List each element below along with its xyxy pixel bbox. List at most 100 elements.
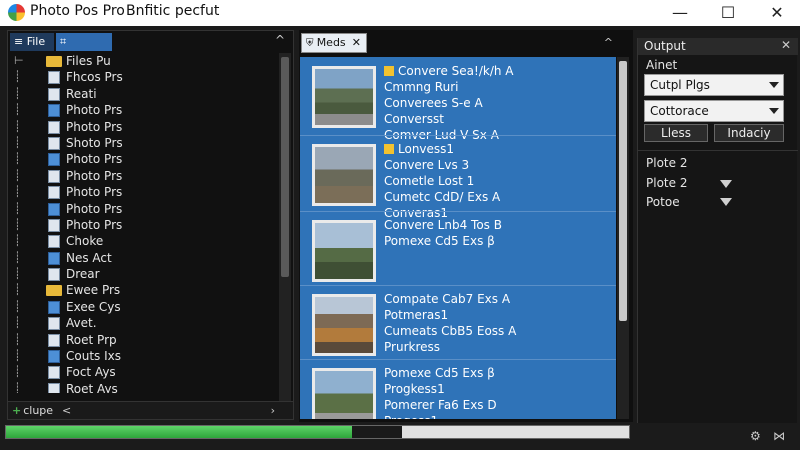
settings-icon[interactable]: ⚙ (750, 429, 761, 443)
collapse-panel-button[interactable]: ^ (604, 36, 613, 49)
expand-arrow-icon[interactable]: ⊢ (14, 53, 24, 69)
media-thumbnail[interactable] (312, 220, 376, 282)
media-thumbnail[interactable] (312, 144, 376, 206)
tree-item[interactable]: ┊ Shoto Prs (10, 135, 280, 151)
media-thumbnail[interactable] (312, 294, 376, 356)
tree-item[interactable]: ┊ Foct Ays (10, 364, 280, 380)
tab-meds[interactable]: ⛨ Meds ✕ (301, 33, 367, 53)
tree-item[interactable]: ┊ Photo Prs (10, 168, 280, 184)
expand-triangle-icon[interactable] (720, 198, 732, 206)
doc-icon (48, 169, 60, 183)
expand-triangle-icon[interactable] (720, 180, 732, 188)
tree-item[interactable]: ┊ Photo Prs (10, 184, 280, 200)
tree-item[interactable]: ┊ Nes Act (10, 250, 280, 266)
tree-item[interactable]: ┊ Photo Prs (10, 217, 280, 233)
tree-line: ┊ (14, 201, 21, 215)
tree-item[interactable]: ┊ Photo Prs (10, 151, 280, 167)
tree-item[interactable]: ┊ Photo Prs (10, 102, 280, 118)
tree-item[interactable]: ┊ Avet. (10, 315, 280, 331)
tree-item[interactable]: ⊢ Files Pu (10, 53, 280, 69)
output-plugin-select[interactable]: Cutpl Plgs (644, 74, 784, 96)
row-separator (300, 211, 616, 212)
media-list-scrollbar[interactable] (617, 57, 629, 419)
tree-item[interactable]: ┊ Exee Cys (10, 299, 280, 315)
tree-item[interactable]: ┊ Roet Ays (10, 381, 280, 393)
media-info: Compate Cab7 Exs A Potmeras1 Cumeats CbB5 … (384, 291, 612, 355)
tree-line: ┊ (14, 135, 21, 149)
media-line-text: Convere Lvs 3 (384, 158, 470, 172)
tab-grid[interactable]: ⌗ (56, 33, 112, 51)
tree-item[interactable]: ┊ Roet Prp (10, 332, 280, 348)
tree-item-label: Reati (66, 86, 97, 101)
doc-icon (48, 350, 60, 364)
tree-line: ┊ (14, 185, 21, 199)
scrollbar-thumb[interactable] (281, 57, 289, 277)
tree-item[interactable]: ┊ Couts Ixs (10, 348, 280, 364)
media-row[interactable]: Convere Lnb4 Tos B Pomexe Cd5 Exs β (300, 213, 616, 287)
media-info: Pomexe Cd5 Exs β Progkess1 Pomerer Fa6 Exs… (384, 365, 612, 419)
tree-line: ┊ (14, 299, 21, 313)
tree-line: ┊ (14, 267, 21, 281)
media-row[interactable]: Compate Cab7 Exs A Potmeras1 Cumeats CbB5 … (300, 287, 616, 361)
media-thumbnail[interactable] (312, 368, 376, 419)
chevron-down-icon (769, 82, 779, 88)
add-button[interactable]: + clupe (10, 402, 58, 420)
tree-item-label: Photo Prs (66, 217, 123, 232)
file-tree: ⊢ Files Pu ┊ Fhcos Prs ┊ Reati ┊ Photo Prs ┊ Phot… (10, 53, 280, 393)
scroll-right-button[interactable]: › (271, 402, 275, 420)
media-thumbnail[interactable] (312, 66, 376, 128)
output-panel: Output ✕ Ainet Cutpl Plgs Cottorace Lles… (637, 38, 798, 423)
media-row[interactable]: Convere Sea!/k/h A Cmmng Ruri Converees S-… (300, 59, 616, 142)
output-close-icon[interactable]: ✕ (781, 38, 791, 52)
doc-icon (48, 251, 60, 265)
media-line: Converees S-e A (384, 95, 612, 111)
media-line: Cometle Lost 1 (384, 173, 612, 189)
tree-item[interactable]: ┊ Photo Prs (10, 201, 280, 217)
output-format-select[interactable]: Cottorace (644, 100, 784, 122)
output-item[interactable]: Plote 2 (646, 156, 687, 170)
progress-fill (6, 426, 352, 438)
indaciy-button[interactable]: Indaciy (714, 124, 784, 142)
tree-item-label: Roet Ays (66, 381, 118, 393)
app-logo-icon (8, 4, 25, 21)
scrollbar-thumb[interactable] (619, 61, 627, 321)
tree-item[interactable]: ┊ Ewee Prs (10, 282, 280, 298)
media-line-text: Cumetc CdD/ Exs A (384, 190, 501, 204)
media-row[interactable]: Lonvess1 Convere Lvs 3 Cometle Lost 1 Cumet… (300, 137, 616, 220)
media-line-text: Compate Cab7 Exs A (384, 292, 511, 306)
doc-icon (48, 382, 60, 393)
tree-item[interactable]: ┊ Photo Prs (10, 119, 280, 135)
collapse-icon[interactable]: ⋈ (773, 429, 785, 443)
progress-bar (5, 425, 630, 439)
document-title: Bnfitic pecfut (126, 3, 220, 19)
tree-item[interactable]: ┊ Reati (10, 86, 280, 102)
media-line: Pomexe Cd5 Exs β (384, 365, 612, 381)
media-info: Lonvess1 Convere Lvs 3 Cometle Lost 1 Cumet… (384, 141, 612, 221)
maximize-button[interactable]: ☐ (715, 2, 741, 24)
tree-item-label: Choke (66, 234, 104, 249)
tree-item[interactable]: ┊ Drear (10, 266, 280, 282)
tab-file[interactable]: ≡ File (10, 33, 54, 51)
minimize-button[interactable]: — (667, 2, 693, 24)
file-tree-scrollbar[interactable] (279, 53, 291, 401)
tab-close-icon[interactable]: ✕ (352, 34, 361, 52)
tree-item-label: Photo Prs (66, 201, 123, 216)
output-panel-header: Output (638, 38, 798, 55)
tree-line: ┊ (14, 217, 21, 231)
less-button[interactable]: Lless (644, 124, 708, 142)
close-button[interactable]: ✕ (764, 2, 790, 24)
media-line-text: Conversst (384, 112, 444, 126)
doc-icon (48, 300, 60, 314)
output-item[interactable]: Plote 2 (646, 176, 687, 190)
media-line-text: Potmeras1 (384, 308, 449, 322)
tree-item[interactable]: ┊ Choke (10, 233, 280, 249)
media-line-text: Progkess1 (384, 382, 445, 396)
collapse-panel-button[interactable]: ^ (275, 33, 285, 47)
media-row[interactable]: Pomexe Cd5 Exs β Progkess1 Pomerer Fa6 Exs… (300, 361, 616, 419)
media-line: Pomexe Cd5 Exs β (384, 233, 612, 249)
media-line-text: Prurkress (384, 340, 441, 354)
output-item[interactable]: Potoe (646, 195, 680, 209)
scroll-left-button[interactable]: < (62, 402, 71, 420)
tree-item[interactable]: ┊ Fhcos Prs (10, 69, 280, 85)
output-divider (638, 150, 798, 151)
